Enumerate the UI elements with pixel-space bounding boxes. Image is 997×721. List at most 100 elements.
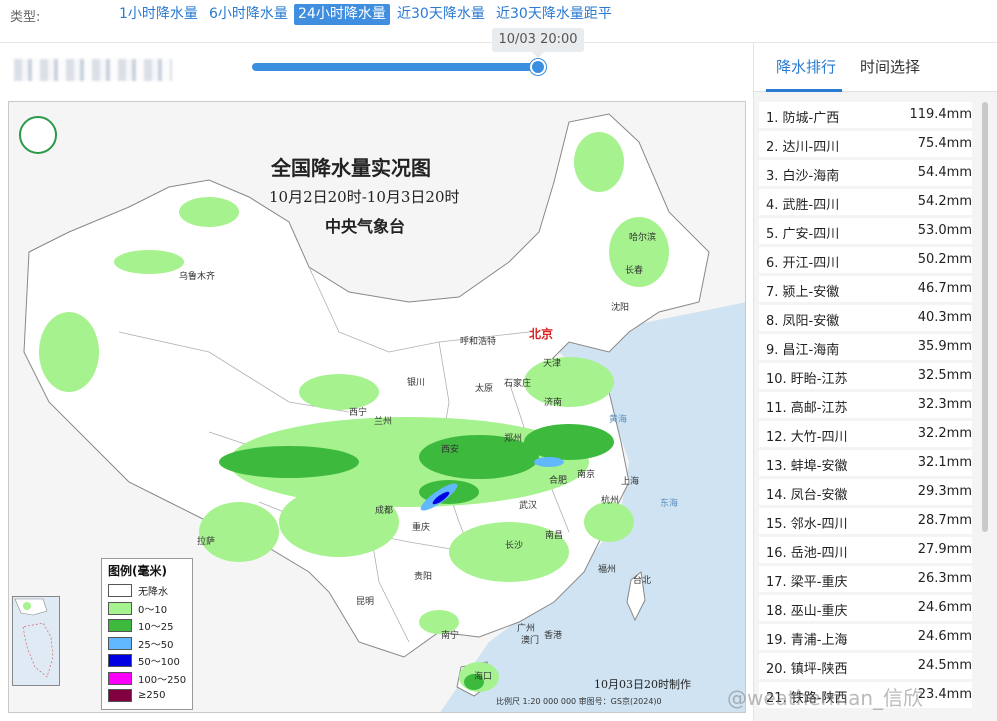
ranking-station: 9. 昌江-海南 [766, 343, 840, 358]
ranking-row[interactable]: 9. 昌江-海南 35.9mm [759, 334, 972, 360]
ranking-row[interactable]: 13. 蚌埠-安徽 32.1mm [759, 450, 972, 476]
blurred-label [14, 59, 172, 81]
ranking-value: 119.4mm [909, 107, 972, 122]
city-label: 南京 [577, 470, 596, 480]
ranking-value: 24.5mm [917, 658, 972, 673]
city-label: 南宁 [441, 631, 460, 641]
panel-tabs: 降水排行 时间选择 [754, 43, 997, 92]
city-label: 合肥 [549, 476, 568, 486]
legend-item: 100～250 [108, 670, 186, 688]
map-agency: 中央气象台 [325, 217, 406, 236]
legend-item: 无降水 [108, 582, 186, 600]
city-label: 南昌 [545, 531, 564, 541]
tab-6h-precip[interactable]: 6小时降水量 [205, 4, 292, 25]
precip-map: 全国降水量实况图 10月2日20时-10月3日20时 中央气象台 乌鲁木齐 哈尔… [8, 101, 746, 713]
city-label: 郑州 [504, 434, 523, 444]
city-label: 西安 [441, 445, 460, 455]
ranking-value: 53.0mm [917, 223, 972, 238]
ranking-row[interactable]: 17. 梁平-重庆 26.3mm [759, 566, 972, 592]
ranking-row[interactable]: 6. 开江-四川 50.2mm [759, 247, 972, 273]
ranking-value: 32.2mm [917, 426, 972, 441]
tab-30d-anomaly[interactable]: 近30天降水量距平 [492, 4, 616, 25]
city-label: 杭州 [601, 496, 620, 506]
tab-time-select[interactable]: 时间选择 [860, 56, 920, 77]
ranking-station: 18. 巫山-重庆 [766, 604, 848, 619]
ranking-value: 27.9mm [917, 542, 972, 557]
city-label: 海口 [474, 672, 493, 682]
cma-logo [19, 116, 57, 154]
city-label: 长沙 [505, 541, 524, 551]
ranking-row[interactable]: 7. 颍上-安徽 46.7mm [759, 276, 972, 302]
ranking-value: 32.5mm [917, 368, 972, 383]
legend-swatch [108, 671, 132, 685]
legend-swatch [108, 689, 132, 703]
ranking-station: 5. 广安-四川 [766, 227, 840, 242]
production-note: 10月03日20时制作 [594, 678, 691, 691]
ranking-station: 10. 盱眙-江苏 [766, 372, 848, 387]
ranking-row[interactable]: 5. 广安-四川 53.0mm [759, 218, 972, 244]
city-label: 台北 [633, 576, 652, 586]
south-china-sea-inset [12, 596, 60, 686]
legend-label: 25～50 [138, 639, 174, 651]
active-tab-underline [766, 89, 842, 92]
ranking-value: 46.7mm [917, 281, 972, 296]
legend-label: 无降水 [138, 587, 168, 599]
ranking-row[interactable]: 10. 盱眙-江苏 32.5mm [759, 363, 972, 389]
legend-label: 50～100 [138, 657, 180, 669]
time-slider-thumb[interactable] [530, 59, 546, 75]
city-label: 呼和浩特 [460, 337, 497, 347]
legend-label: ≥250 [138, 690, 166, 702]
tab-30d-precip[interactable]: 近30天降水量 [393, 4, 489, 25]
ranking-row[interactable]: 20. 镇坪-陕西 24.5mm [759, 653, 972, 679]
ranking-row[interactable]: 1. 防城-广西 119.4mm [759, 102, 972, 128]
ranking-row[interactable]: 15. 邻水-四川 28.7mm [759, 508, 972, 534]
ranking-row[interactable]: 14. 凤台-安徽 29.3mm [759, 479, 972, 505]
sea-label: 东海 [660, 499, 679, 509]
ranking-row[interactable]: 8. 凤阳-安徽 40.3mm [759, 305, 972, 331]
city-label: 澳门 [521, 636, 540, 646]
ranking-row[interactable]: 3. 白沙-海南 54.4mm [759, 160, 972, 186]
ranking-row[interactable]: 11. 高邮-江苏 32.3mm [759, 392, 972, 418]
city-label: 上海 [621, 477, 640, 487]
ranking-station: 1. 防城-广西 [766, 111, 840, 126]
city-label: 天津 [543, 359, 562, 369]
tab-24h-precip[interactable]: 24小时降水量 [294, 4, 390, 25]
ranking-station: 19. 青浦-上海 [766, 633, 848, 648]
ranking-row[interactable]: 12. 大竹-四川 32.2mm [759, 421, 972, 447]
time-slider-track[interactable] [252, 63, 539, 71]
ranking-station: 12. 大竹-四川 [766, 430, 848, 445]
ranking-station: 3. 白沙-海南 [766, 169, 840, 184]
ranking-value: 50.2mm [917, 252, 972, 267]
legend-item: ≥250 [108, 687, 186, 705]
legend-swatch [108, 584, 132, 598]
legend-item: 25～50 [108, 635, 186, 653]
ranking-value: 35.9mm [917, 339, 972, 354]
ranking-station: 15. 邻水-四川 [766, 517, 848, 532]
city-label: 重庆 [412, 523, 431, 533]
ranking-row[interactable]: 19. 青浦-上海 24.6mm [759, 624, 972, 650]
legend-swatch [108, 654, 132, 668]
ranking-station: 20. 镇坪-陕西 [766, 662, 848, 677]
city-label: 武汉 [519, 501, 538, 511]
ranking-value: 28.7mm [917, 513, 972, 528]
city-label: 乌鲁木齐 [179, 272, 216, 282]
ranking-station: 13. 蚌埠-安徽 [766, 459, 848, 474]
ranking-station: 4. 武胜-四川 [766, 198, 840, 213]
ranking-row[interactable]: 2. 达川-四川 75.4mm [759, 131, 972, 157]
ranking-row[interactable]: 4. 武胜-四川 54.2mm [759, 189, 972, 215]
ranking-value: 23.4mm [917, 687, 972, 702]
ranking-row[interactable]: 18. 巫山-重庆 24.6mm [759, 595, 972, 621]
legend-label: 0～10 [138, 604, 168, 616]
scrollbar[interactable] [982, 102, 988, 532]
city-label: 贵阳 [414, 572, 433, 582]
tab-precip-ranking[interactable]: 降水排行 [776, 56, 836, 77]
ranking-value: 75.4mm [917, 136, 972, 151]
ranking-row[interactable]: 16. 岳池-四川 27.9mm [759, 537, 972, 563]
tab-1h-precip[interactable]: 1小时降水量 [115, 4, 202, 25]
city-label: 西宁 [349, 408, 368, 418]
city-label: 沈阳 [611, 303, 630, 313]
ranking-value: 24.6mm [917, 629, 972, 644]
city-label: 哈尔滨 [629, 233, 657, 243]
ranking-list[interactable]: 1. 防城-广西 119.4mm 2. 达川-四川 75.4mm 3. 白沙-海南 54.… [754, 102, 984, 721]
city-label: 昆明 [356, 597, 375, 607]
